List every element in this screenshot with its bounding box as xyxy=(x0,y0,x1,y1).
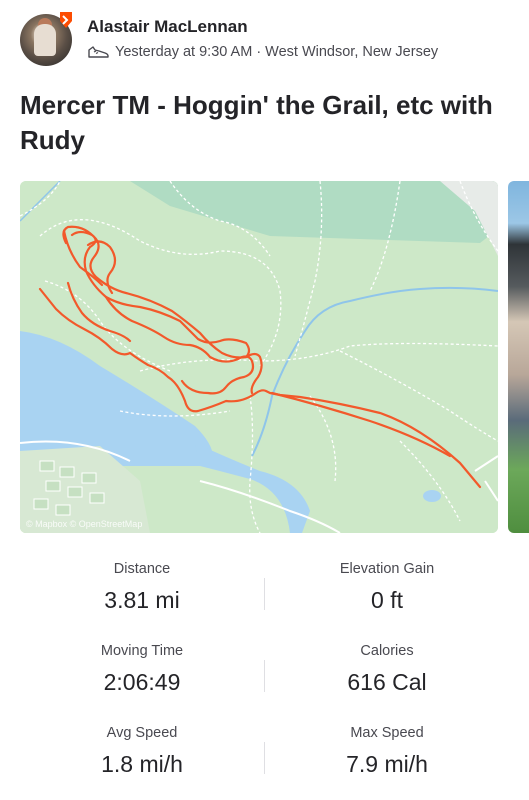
activity-header: Alastair MacLennan Yesterday at 9:30 AM … xyxy=(20,12,520,70)
map-canvas xyxy=(20,181,498,533)
stat-value: 0 ft xyxy=(371,587,403,613)
stat-value: 7.9 mi/h xyxy=(346,751,428,777)
stat-label: Calories xyxy=(360,643,414,659)
stat-value: 1.8 mi/h xyxy=(101,751,183,777)
stat-avg-speed: Avg Speed 1.8 mi/h xyxy=(20,724,264,778)
stat-calories: Calories 616 Cal xyxy=(265,642,509,696)
avatar-body xyxy=(34,24,56,56)
shoe-icon xyxy=(88,46,109,58)
activity-photo-preview[interactable] xyxy=(508,181,529,533)
stat-value: 3.81 mi xyxy=(104,587,180,613)
stat-label: Distance xyxy=(113,561,171,577)
stat-label: Avg Speed xyxy=(106,725,178,741)
map-attribution[interactable]: © Mapbox © OpenStreetMap xyxy=(26,519,142,529)
stat-value: 2:06:49 xyxy=(103,669,181,695)
athlete-name[interactable]: Alastair MacLennan xyxy=(87,17,248,37)
stats-row-3: Avg Speed 1.8 mi/h Max Speed 7.9 mi/h xyxy=(20,724,509,784)
meta-separator: · xyxy=(256,44,262,60)
stat-label: Max Speed xyxy=(350,725,424,741)
stat-value: 616 Cal xyxy=(347,669,427,695)
stat-label: Elevation Gain xyxy=(339,561,435,577)
activity-time: Yesterday at 9:30 AM xyxy=(115,44,253,60)
stat-moving-time: Moving Time 2:06:49 xyxy=(20,642,264,696)
route-map[interactable]: © Mapbox © OpenStreetMap xyxy=(20,181,498,533)
activity-title[interactable]: Mercer TM - Hoggin' the Grail, etc with … xyxy=(20,88,500,158)
subscriber-badge-icon xyxy=(60,12,72,28)
activity-meta: Yesterday at 9:30 AM · West Windsor, New… xyxy=(87,44,438,60)
stat-label: Moving Time xyxy=(100,643,184,659)
stat-elevation-gain: Elevation Gain 0 ft xyxy=(265,560,509,614)
stats-row-1: Distance 3.81 mi Elevation Gain 0 ft xyxy=(20,560,509,620)
stats-row-2: Moving Time 2:06:49 Calories 616 Cal xyxy=(20,642,509,702)
activity-location: West Windsor, New Jersey xyxy=(265,44,439,60)
stat-max-speed: Max Speed 7.9 mi/h xyxy=(265,724,509,778)
stat-distance: Distance 3.81 mi xyxy=(20,560,264,614)
